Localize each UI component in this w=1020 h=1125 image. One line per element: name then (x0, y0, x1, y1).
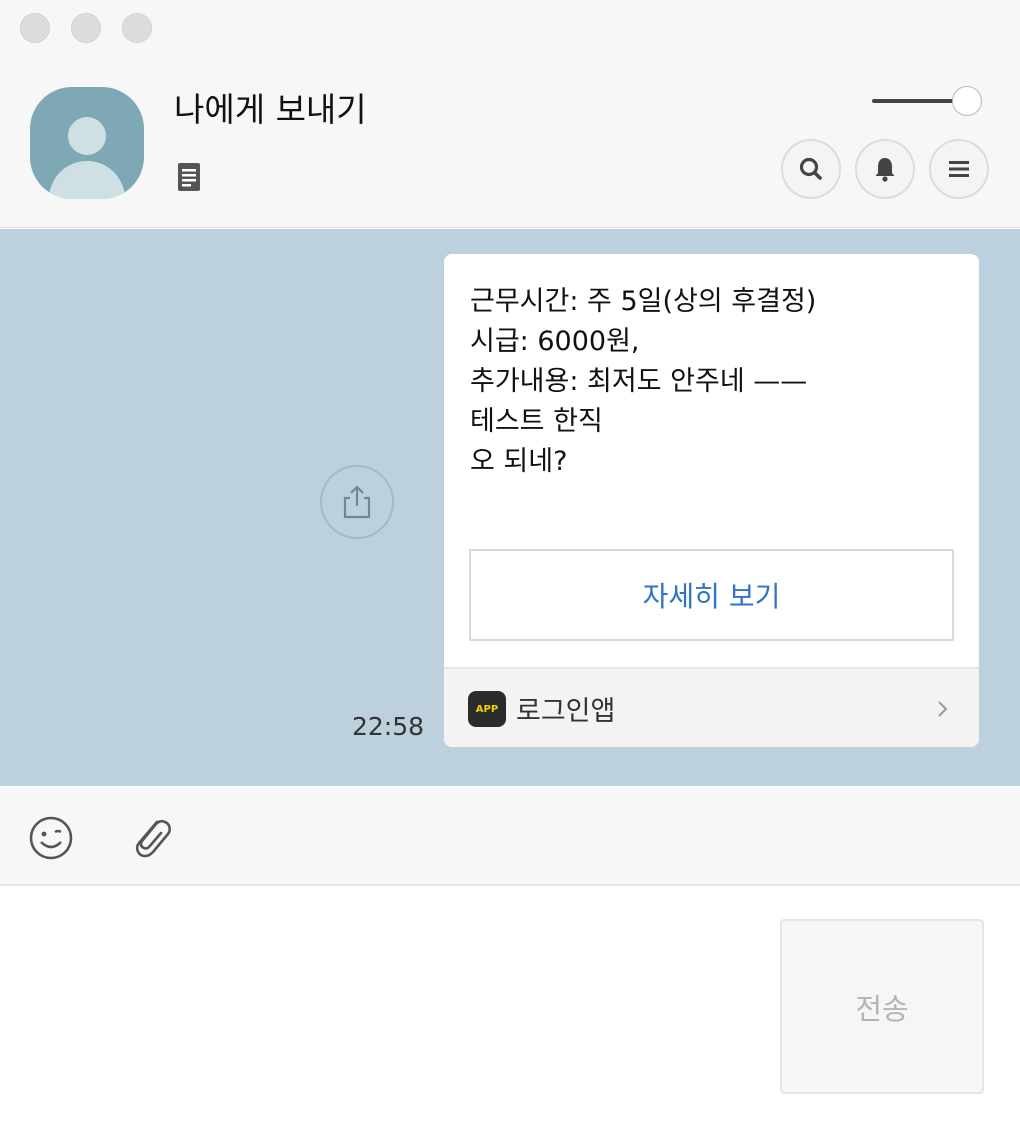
app-name: 로그인앱 (516, 696, 616, 727)
bell-icon (875, 158, 895, 182)
chat-header: 나에게 보내기 (0, 0, 1020, 228)
avatar-body-shape (49, 161, 125, 199)
send-button[interactable]: 전송 (780, 919, 984, 1094)
slider-knob[interactable] (952, 86, 982, 116)
message-line: 추가내용: 최저도 안주네 —— (470, 366, 808, 397)
notification-button[interactable] (855, 139, 915, 199)
avatar-head-shape (68, 117, 106, 155)
message-time: 22:58 (352, 712, 425, 741)
composer-toolbar (0, 787, 1020, 886)
app-icon: APP (468, 691, 506, 727)
avatar[interactable] (30, 87, 144, 199)
message-text: 근무시간: 주 5일(상의 후결정) 시급: 6000원, 추가내용: 최저도 … (470, 282, 816, 482)
slider-track (872, 99, 962, 103)
message-input-area[interactable]: 전송 (0, 888, 1020, 1125)
chat-area: 22:58 근무시간: 주 5일(상의 후결정) 시급: 6000원, 추가내용… (0, 229, 1020, 786)
notes-icon[interactable] (177, 162, 201, 192)
chat-title: 나에게 보내기 (174, 90, 367, 129)
message-card: 근무시간: 주 5일(상의 후결정) 시급: 6000원, 추가내용: 최저도 … (444, 254, 979, 747)
message-line: 근무시간: 주 5일(상의 후결정) (470, 286, 817, 317)
window-minimize-button[interactable] (71, 13, 101, 43)
emoji-icon[interactable] (26, 813, 76, 863)
attachment-icon[interactable] (126, 813, 176, 863)
message-line: 오 되네? (470, 446, 568, 477)
share-icon (343, 485, 371, 519)
message-line: 시급: 6000원, (470, 326, 640, 357)
view-details-button[interactable]: 자세히 보기 (469, 549, 954, 641)
menu-icon (949, 161, 969, 177)
share-button[interactable] (320, 465, 394, 539)
search-button[interactable] (781, 139, 841, 199)
opacity-slider[interactable] (872, 84, 984, 118)
menu-button[interactable] (929, 139, 989, 199)
app-link-footer[interactable]: APP 로그인앱 (444, 667, 979, 747)
search-icon (799, 157, 822, 180)
window-zoom-button[interactable] (122, 13, 152, 43)
message-line: 테스트 한직 (470, 406, 603, 437)
window-close-button[interactable] (20, 13, 50, 43)
chevron-right-icon (938, 701, 948, 717)
app-icon-label: APP (475, 703, 499, 715)
